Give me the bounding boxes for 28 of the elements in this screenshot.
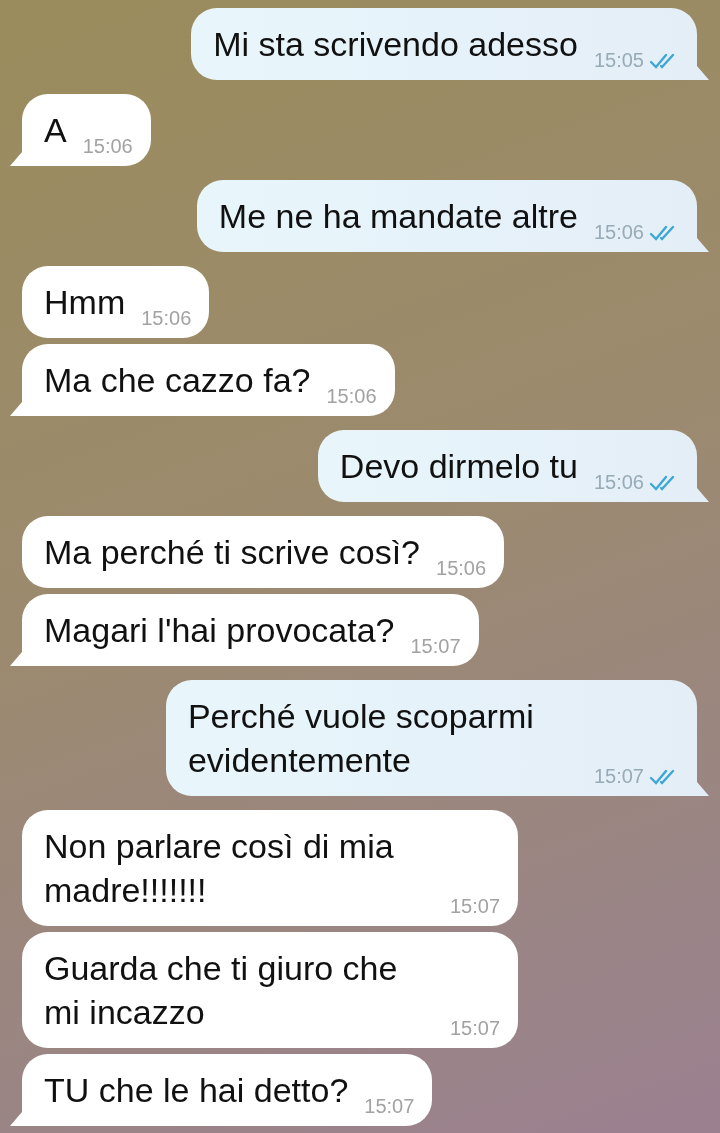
message-text: Me ne ha mandate altre xyxy=(218,196,578,237)
bubble-tail xyxy=(697,66,709,80)
message-text: A xyxy=(44,110,67,151)
message-text: Magari l'hai provocata? xyxy=(44,610,395,651)
bubble-tail xyxy=(697,782,709,796)
message-text: Mi sta scrivendo adesso xyxy=(213,24,578,65)
message-time: 15:06 xyxy=(436,557,487,580)
message-text: Ma perché ti scrive così? xyxy=(44,532,421,573)
message-time: 15:07 xyxy=(364,1095,415,1118)
bubble-tail xyxy=(697,488,709,502)
message-time: 15:05 xyxy=(593,49,644,72)
bubble-tail xyxy=(697,238,709,252)
message-time: 15:07 xyxy=(450,1017,501,1040)
message-time: 15:07 xyxy=(450,895,501,918)
message-text: Devo dirmelo tu xyxy=(339,446,578,487)
message-time: 15:07 xyxy=(410,635,461,658)
message-time: 15:06 xyxy=(141,307,192,330)
message-time: 15:06 xyxy=(82,135,133,158)
message-time: 15:06 xyxy=(593,221,644,244)
message-time: 15:06 xyxy=(326,385,377,408)
message-time: 15:07 xyxy=(593,765,644,788)
message-text: Guarda che ti giuro che mi incazzo xyxy=(44,948,399,1033)
message-text: Ma che cazzo fa? xyxy=(44,360,311,401)
message-text: TU che le hai detto? xyxy=(44,1070,349,1111)
message-time: 15:06 xyxy=(593,471,644,494)
message-text: Perché vuole scoparmi evidentemente xyxy=(187,696,535,781)
message-text: Non parlare così di mia madre!!!!!!! xyxy=(44,826,395,911)
message-text: Hmm xyxy=(44,282,126,323)
